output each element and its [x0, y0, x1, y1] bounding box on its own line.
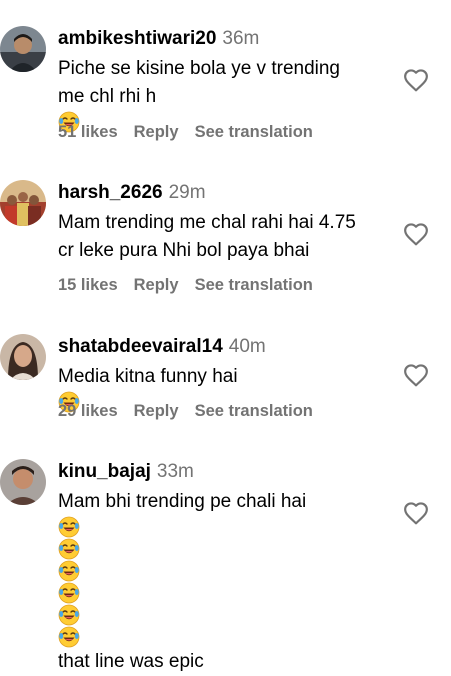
avatar[interactable] — [0, 26, 46, 72]
see-translation-button[interactable]: See translation — [195, 402, 313, 420]
comment-header: shatabdeevairal14 40m — [58, 334, 266, 360]
reply-button[interactable]: Reply — [134, 276, 179, 294]
comment-line: Mam trending me chal rahi hai 4.75 — [58, 212, 356, 233]
reply-button[interactable]: Reply — [134, 402, 179, 420]
laughing-emoji-icon — [58, 538, 80, 560]
likes-count[interactable]: 29 likes — [58, 402, 118, 420]
comment-header: harsh_2626 29m — [58, 180, 206, 206]
comment-header: kinu_bajaj 33m — [58, 459, 194, 485]
comment-line: that line was epic — [58, 651, 204, 672]
comment-actions: 29 likes Reply See translation — [58, 402, 329, 421]
timestamp: 40m — [228, 336, 266, 357]
comment-line: Piche se kisine bola ye v trending — [58, 58, 340, 79]
comment-line: Media kitna funny hai — [58, 366, 238, 387]
username[interactable]: kinu_bajaj — [58, 461, 151, 482]
comment-actions: 51 likes Reply See translation — [58, 123, 329, 142]
laughing-emoji-icon — [58, 516, 80, 538]
likes-count[interactable]: 15 likes — [58, 276, 118, 294]
comment-line: Mam bhi trending pe chali hai — [58, 491, 307, 512]
avatar[interactable] — [0, 459, 46, 505]
heart-outline-icon[interactable] — [403, 501, 429, 525]
username[interactable]: harsh_2626 — [58, 182, 163, 203]
timestamp: 33m — [156, 461, 194, 482]
timestamp: 36m — [222, 28, 260, 49]
laughing-emoji-icon — [58, 626, 80, 648]
laughing-emoji-icon — [58, 560, 80, 582]
laughing-emoji-icon — [58, 604, 80, 626]
comment-text: Mam trending me chal rahi hai 4.75 cr le… — [58, 209, 388, 265]
username[interactable]: ambikeshtiwari20 — [58, 28, 216, 49]
comment-text: Mam bhi trending pe chali hai that line … — [58, 488, 388, 676]
comment-line: me chl rhi h — [58, 86, 157, 107]
username[interactable]: shatabdeevairal14 — [58, 336, 223, 357]
likes-count[interactable]: 51 likes — [58, 123, 118, 141]
comment-actions: 15 likes Reply See translation — [58, 276, 329, 295]
reply-button[interactable]: Reply — [134, 123, 179, 141]
comment-text: Piche se kisine bola ye v trending me ch… — [58, 55, 388, 133]
comment-line: cr leke pura Nhi bol paya bhai — [58, 240, 310, 261]
timestamp: 29m — [168, 182, 206, 203]
avatar[interactable] — [0, 334, 46, 380]
comment-header: ambikeshtiwari20 36m — [58, 26, 259, 52]
heart-outline-icon[interactable] — [403, 68, 429, 92]
see-translation-button[interactable]: See translation — [195, 123, 313, 141]
laughing-emoji-icon — [58, 582, 80, 604]
see-translation-button[interactable]: See translation — [195, 276, 313, 294]
heart-outline-icon[interactable] — [403, 222, 429, 246]
avatar[interactable] — [0, 180, 46, 226]
heart-outline-icon[interactable] — [403, 363, 429, 387]
